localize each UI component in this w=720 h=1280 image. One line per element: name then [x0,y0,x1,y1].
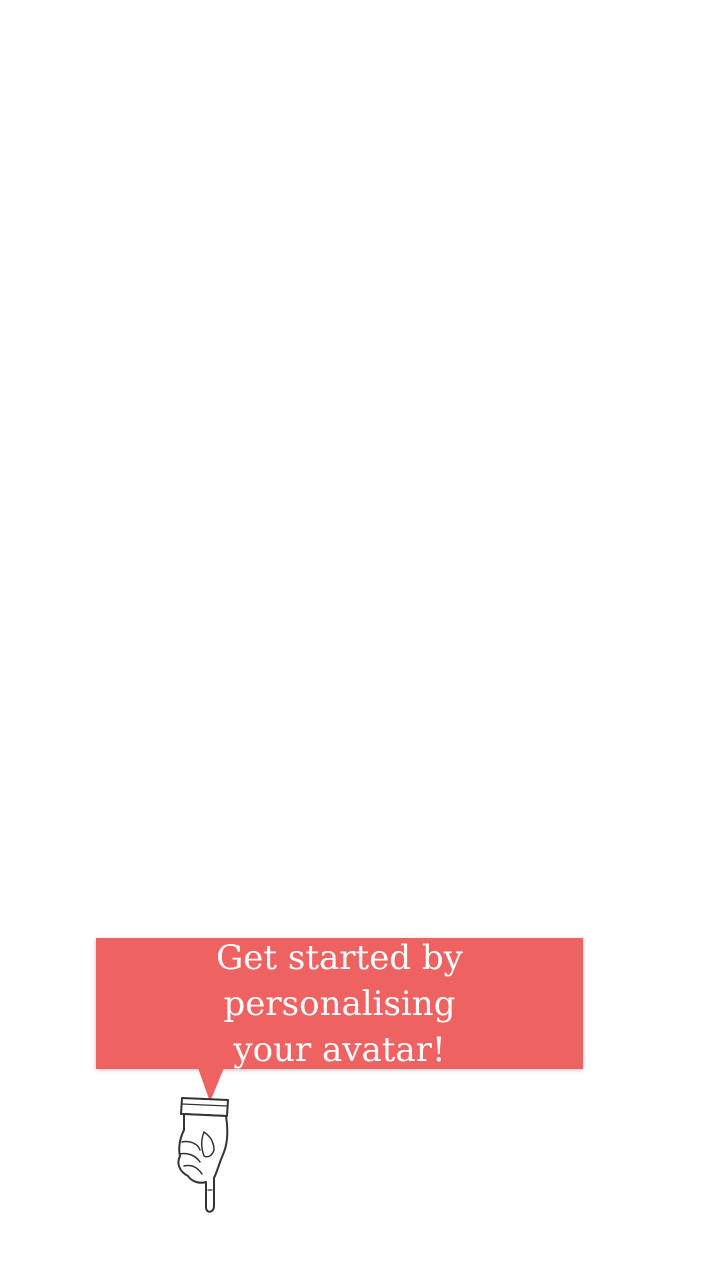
onboarding-tooltip[interactable]: Get started by personalising your avatar… [96,938,583,1070]
pointing-hand-icon [177,1097,229,1213]
tooltip-message: Get started by personalising your avatar… [216,937,463,1070]
onboarding-screen: Get started by personalising your avatar… [0,0,720,1280]
